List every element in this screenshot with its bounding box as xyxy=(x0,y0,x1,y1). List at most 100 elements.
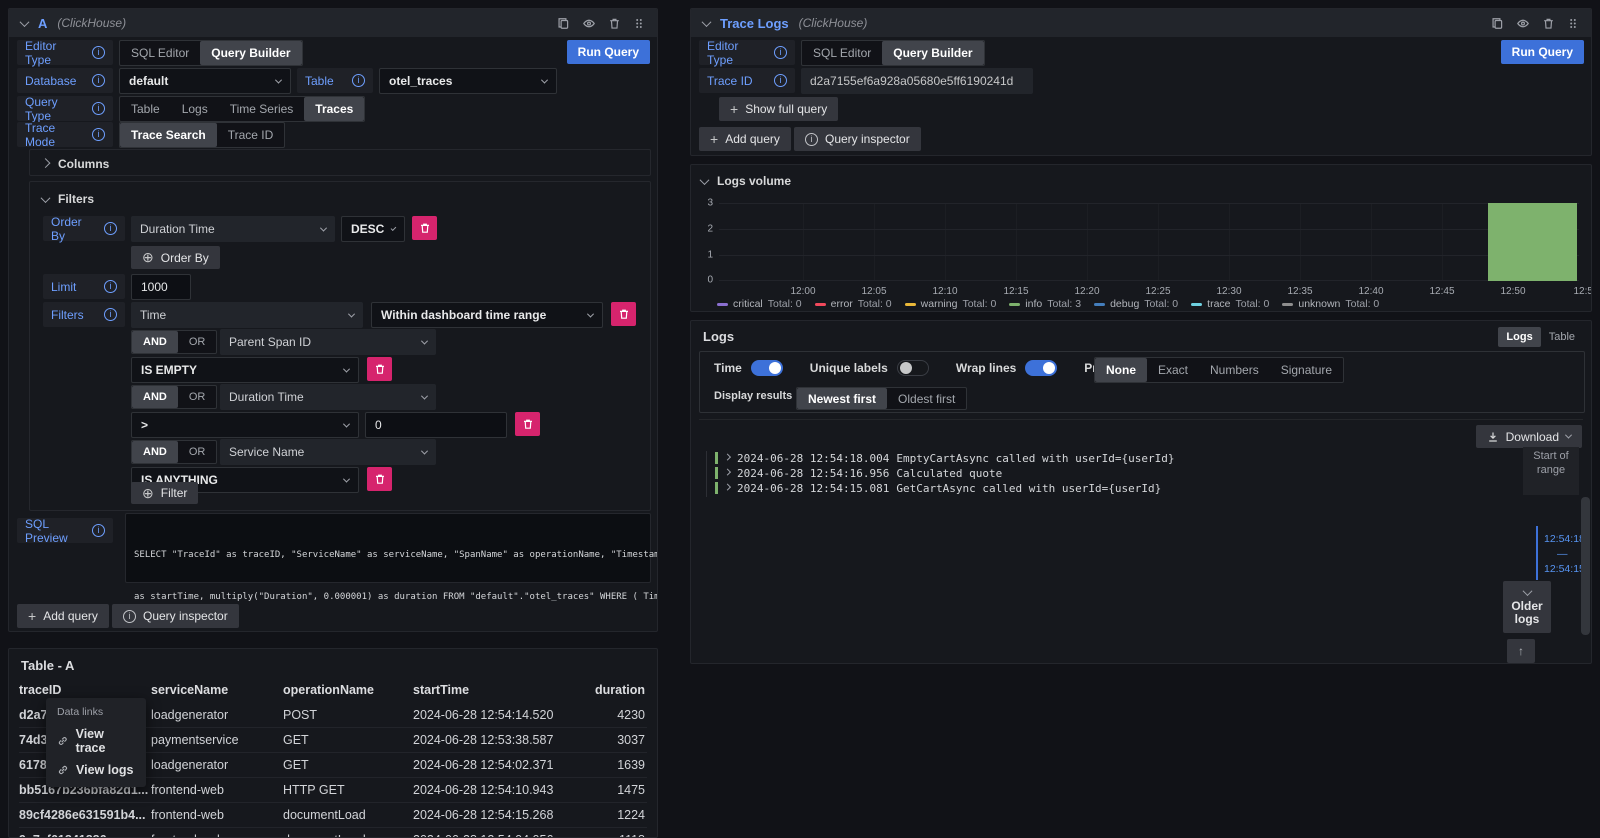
query-type-table[interactable]: Table xyxy=(120,97,171,121)
remove-parent-span-filter-button[interactable] xyxy=(367,357,392,381)
filter-time-operator-select[interactable]: Within dashboard time range xyxy=(371,302,603,328)
trash-icon[interactable] xyxy=(608,17,621,30)
parent-span-operator-select[interactable]: IS EMPTY xyxy=(131,357,359,383)
remove-order-by-button[interactable] xyxy=(412,216,437,240)
legend-item-trace[interactable]: traceTotal: 0 xyxy=(1191,298,1269,310)
copy-icon[interactable] xyxy=(1491,17,1504,30)
editor-type-query-builder[interactable]: Query Builder xyxy=(882,41,983,65)
dedup-exact[interactable]: Exact xyxy=(1147,358,1199,382)
view-trace-menu-item[interactable]: View trace xyxy=(46,723,146,759)
legend-item-debug[interactable]: debugTotal: 0 xyxy=(1094,298,1178,310)
add-query-button[interactable]: +Add query xyxy=(17,604,109,628)
add-query-button[interactable]: +Add query xyxy=(699,127,791,151)
x-tick: 12:05 xyxy=(861,286,886,297)
collapse-chevron-icon[interactable] xyxy=(702,17,712,27)
trace-id-link[interactable]: 9e7af61841886... xyxy=(19,833,117,838)
query-type-logs[interactable]: Logs xyxy=(171,97,219,121)
limit-input[interactable]: 1000 xyxy=(131,274,191,300)
order-by-column-select[interactable]: Duration Time xyxy=(131,216,335,242)
view-logs-menu-item[interactable]: View logs xyxy=(46,759,146,781)
trace-mode-trace-search[interactable]: Trace Search xyxy=(120,123,217,147)
drag-handle-icon[interactable] xyxy=(1567,17,1579,30)
wrap-lines-toggle[interactable] xyxy=(1025,360,1057,376)
range-timeline-bar[interactable] xyxy=(1536,526,1538,580)
run-query-button[interactable]: Run Query xyxy=(567,40,650,64)
trace-id-link[interactable]: 89cf4286e631591b4... xyxy=(19,808,146,822)
view-table-tab[interactable]: Table xyxy=(1541,327,1583,347)
duration-value-input[interactable]: 0 xyxy=(365,412,507,438)
time-toggle[interactable] xyxy=(751,360,783,376)
logs-volume-title[interactable]: Logs volume xyxy=(701,174,791,188)
filter-duration-column-select[interactable]: Duration Time xyxy=(220,384,436,410)
run-query-button[interactable]: Run Query xyxy=(1501,40,1584,64)
column-header-operationname[interactable]: operationName xyxy=(283,683,374,697)
duration-operator-select[interactable]: > xyxy=(131,412,359,438)
legend-item-warning[interactable]: warningTotal: 0 xyxy=(905,298,997,310)
newest-first-option[interactable]: Newest first xyxy=(797,388,887,409)
filter-parent-span-column-select[interactable]: Parent Span ID xyxy=(220,329,436,355)
range-from-time[interactable]: 12:54:18 xyxy=(1544,533,1585,545)
info-logs-bar[interactable] xyxy=(1488,203,1577,281)
trash-icon[interactable] xyxy=(1542,17,1555,30)
and-option[interactable]: AND xyxy=(132,331,178,353)
column-header-starttime[interactable]: startTime xyxy=(413,683,469,697)
add-filter-button[interactable]: ⊕Filter xyxy=(131,482,198,504)
query-type-time-series[interactable]: Time Series xyxy=(219,97,305,121)
database-select[interactable]: default xyxy=(119,68,291,94)
copy-icon[interactable] xyxy=(557,17,570,30)
filter-service-name-column-select[interactable]: Service Name xyxy=(220,439,436,465)
dedup-signature[interactable]: Signature xyxy=(1270,358,1343,382)
column-header-traceid[interactable]: traceID xyxy=(19,683,61,697)
download-button[interactable]: Download xyxy=(1476,425,1582,448)
older-logs-button[interactable]: Older logs xyxy=(1503,581,1551,633)
or-option[interactable]: OR xyxy=(178,386,217,408)
column-header-duration[interactable]: duration xyxy=(595,683,645,697)
remove-duration-filter-button[interactable] xyxy=(515,412,540,436)
expand-chevron-icon[interactable] xyxy=(724,453,731,460)
column-header-servicename[interactable]: serviceName xyxy=(151,683,228,697)
eye-icon[interactable] xyxy=(1516,17,1530,30)
filters-section-header[interactable]: Filters xyxy=(42,192,94,206)
table-select[interactable]: otel_traces xyxy=(379,68,557,94)
add-order-by-button[interactable]: ⊕Order By xyxy=(131,246,220,269)
show-full-query-button[interactable]: +Show full query xyxy=(719,97,838,121)
log-line[interactable]: 2024-06-28 12:54:16.956 Calculated quote xyxy=(715,466,1002,480)
log-line[interactable]: 2024-06-28 12:54:18.004 EmptyCartAsync c… xyxy=(715,451,1174,465)
logs-scrollbar[interactable] xyxy=(1581,497,1590,635)
oldest-first-option[interactable]: Oldest first xyxy=(887,388,966,409)
scroll-to-top-button[interactable]: ↑ xyxy=(1507,639,1535,663)
view-logs-tab[interactable]: Logs xyxy=(1498,327,1540,347)
trace-mode-trace-id[interactable]: Trace ID xyxy=(217,123,285,147)
order-by-direction-select[interactable]: DESC xyxy=(341,216,405,242)
dedup-none[interactable]: None xyxy=(1095,358,1147,382)
unique-labels-toggle[interactable] xyxy=(897,360,929,376)
filter-time-column-select[interactable]: Time xyxy=(131,302,363,328)
and-option[interactable]: AND xyxy=(132,386,178,408)
trace-id-input[interactable]: d2a7155ef6a928a05680e5ff6190241d xyxy=(801,68,1033,94)
columns-section[interactable]: Columns xyxy=(29,149,651,176)
editor-type-sql-editor[interactable]: SQL Editor xyxy=(120,41,200,65)
legend-item-info[interactable]: infoTotal: 3 xyxy=(1009,298,1081,310)
eye-icon[interactable] xyxy=(582,17,596,30)
editor-type-sql-editor[interactable]: SQL Editor xyxy=(802,41,882,65)
remove-time-filter-button[interactable] xyxy=(611,302,636,326)
and-option[interactable]: AND xyxy=(132,441,178,463)
legend-item-unknown[interactable]: unknownTotal: 0 xyxy=(1282,298,1379,310)
dedup-numbers[interactable]: Numbers xyxy=(1199,358,1270,382)
expand-chevron-icon[interactable] xyxy=(724,483,731,490)
collapse-chevron-icon[interactable] xyxy=(20,17,30,27)
expand-chevron-icon[interactable] xyxy=(724,468,731,475)
legend-item-error[interactable]: errorTotal: 0 xyxy=(815,298,892,310)
query-inspector-button[interactable]: iQuery inspector xyxy=(794,127,921,151)
query-type-traces[interactable]: Traces xyxy=(304,97,364,121)
remove-service-name-filter-button[interactable] xyxy=(367,467,392,491)
drag-handle-icon[interactable] xyxy=(633,17,645,30)
range-to-time[interactable]: 12:54:15 xyxy=(1544,563,1585,575)
or-option[interactable]: OR xyxy=(178,331,217,353)
editor-type-query-builder[interactable]: Query Builder xyxy=(200,41,301,65)
trace-logs-header: Trace Logs (ClickHouse) xyxy=(691,9,1591,37)
log-line[interactable]: 2024-06-28 12:54:15.081 GetCartAsync cal… xyxy=(715,481,1161,495)
query-inspector-button[interactable]: iQuery inspector xyxy=(112,604,239,628)
or-option[interactable]: OR xyxy=(178,441,217,463)
legend-item-critical[interactable]: criticalTotal: 0 xyxy=(717,298,802,310)
